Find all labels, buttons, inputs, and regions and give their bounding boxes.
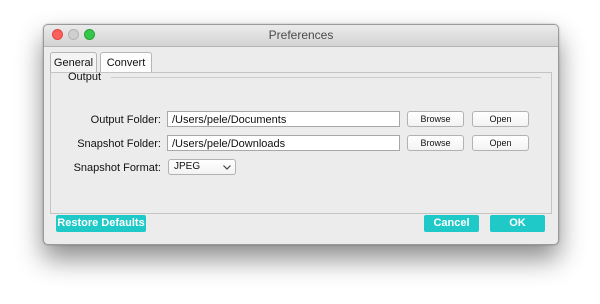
tab-general[interactable]: General [50,52,97,72]
output-folder-field[interactable]: /Users/pele/Documents [167,111,400,127]
output-open-button[interactable]: Open [472,111,529,127]
snapshot-format-value: JPEG [174,161,201,172]
title-bar[interactable]: Preferences [44,25,558,47]
restore-defaults-button[interactable]: Restore Defaults [56,215,146,232]
snapshot-format-select[interactable]: JPEG [168,159,236,175]
preferences-window: Preferences General Convert Output Outpu… [43,24,559,245]
snapshot-format-label: Snapshot Format: [73,162,161,174]
output-group-divider [111,77,541,78]
chevron-down-icon [223,165,231,170]
output-folder-label: Output Folder: [90,114,161,126]
snapshot-open-button[interactable]: Open [472,135,529,151]
output-browse-button[interactable]: Browse [407,111,464,127]
snapshot-folder-label: Snapshot Folder: [77,138,161,150]
snapshot-browse-button[interactable]: Browse [407,135,464,151]
window-title: Preferences [268,28,334,42]
ok-button[interactable]: OK [490,215,545,232]
tab-convert[interactable]: Convert [100,52,152,72]
snapshot-folder-field[interactable]: /Users/pele/Downloads [167,135,400,151]
output-group-label: Output [68,71,102,83]
cancel-button[interactable]: Cancel [424,215,479,232]
